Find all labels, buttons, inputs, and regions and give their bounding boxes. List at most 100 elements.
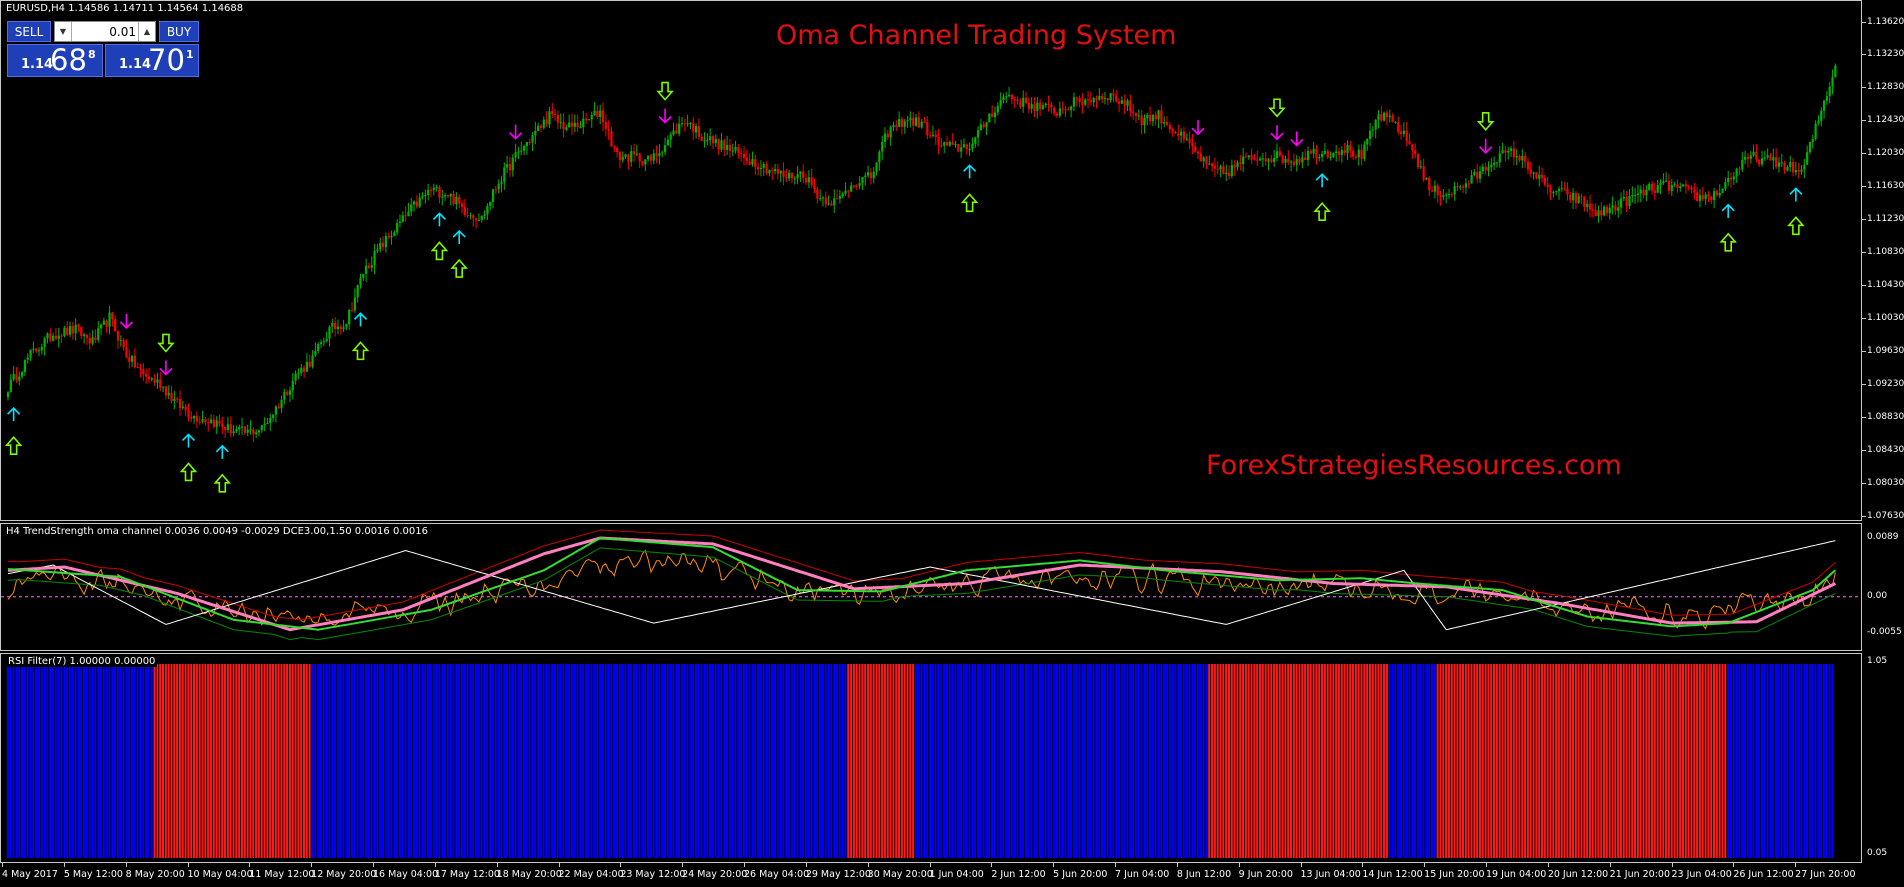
candle xyxy=(652,149,655,165)
rsi-filter-pane[interactable]: RSI Filter(7) 1.00000 0.00000 xyxy=(0,653,1862,863)
time-axis[interactable]: 4 May 2017 5 May 12:00 8 May 20:00 10 May 0… xyxy=(0,863,1904,887)
candle xyxy=(266,417,269,425)
rsi-bar xyxy=(1822,664,1825,858)
candle xyxy=(534,121,537,145)
magenta-down-arrow-icon xyxy=(119,313,134,330)
rsi-bar xyxy=(790,664,793,858)
candle xyxy=(204,417,207,426)
candle xyxy=(283,388,286,405)
sell-price-button[interactable]: 1.14 68 8 xyxy=(7,44,103,77)
candle xyxy=(1772,148,1775,170)
price-scale[interactable]: 1.13620 1.13230 1.12830 1.12430 1.12030 1.116… xyxy=(1862,0,1904,521)
rsi-bar xyxy=(1185,664,1188,858)
rsi-bar xyxy=(1760,664,1763,858)
rsi-bar xyxy=(1377,664,1380,858)
candle xyxy=(1447,188,1451,199)
rsi-bar xyxy=(587,664,590,858)
rsi-bar xyxy=(142,664,145,858)
candle xyxy=(1591,203,1594,218)
rsi-bar xyxy=(1729,664,1732,858)
candle xyxy=(1058,101,1061,118)
candle xyxy=(1411,143,1414,159)
rsi-bar xyxy=(570,664,573,858)
rsi-bar xyxy=(1027,664,1030,858)
price-chart[interactable] xyxy=(1,1,1861,520)
candle xyxy=(912,112,915,132)
candle xyxy=(813,178,816,194)
candle xyxy=(1250,148,1253,165)
candle xyxy=(1047,95,1050,112)
candle xyxy=(1149,106,1152,125)
time-tick-mark xyxy=(1115,863,1116,867)
rsi-bar xyxy=(1219,664,1222,858)
rsi-bar xyxy=(585,664,587,858)
candle xyxy=(263,417,266,431)
rsi-bar xyxy=(1557,664,1560,858)
rsi-bar xyxy=(782,664,785,858)
rsi-bar xyxy=(6,664,9,858)
rsi-bar xyxy=(1154,664,1157,858)
rsi-bar xyxy=(638,664,641,858)
rsi-bar xyxy=(748,664,751,858)
candle xyxy=(94,329,97,343)
green-hollow-up-arrow-icon xyxy=(430,241,449,261)
triangle-up-icon[interactable]: ▲ xyxy=(138,22,155,41)
rsi-bar xyxy=(1287,664,1290,858)
trend-strength-pane[interactable]: H4 TrendStrength oma channel 0.0036 0.00… xyxy=(0,523,1862,651)
time-tick-mark xyxy=(1424,863,1426,867)
green-hollow-down-arrow-icon xyxy=(157,333,175,353)
sell-button[interactable]: SELL xyxy=(7,21,51,42)
candle xyxy=(847,189,850,198)
rsi-bar xyxy=(1075,664,1078,858)
candle xyxy=(703,132,706,148)
rsi-bar xyxy=(1746,664,1749,858)
candle xyxy=(1182,127,1186,144)
green-hollow-up-arrow-icon xyxy=(4,435,23,455)
candle xyxy=(1445,192,1448,204)
rsi-bar xyxy=(1041,664,1044,858)
candle xyxy=(429,186,433,198)
time-tick-label: 12 May 20:00 xyxy=(311,869,377,880)
trend-strength-scale[interactable]: 0.0089 0.00 -0.0055 xyxy=(1862,523,1904,651)
green-hollow-down-arrow-icon xyxy=(1268,98,1286,118)
price-tick-mark xyxy=(1862,219,1866,221)
buy-button[interactable]: BUY xyxy=(159,21,199,42)
candle xyxy=(494,185,497,195)
candle xyxy=(852,184,856,189)
main-chart-pane[interactable]: EURUSD,H4 1.14586 1.14711 1.14564 1.1468… xyxy=(0,0,1862,521)
rsi-bar xyxy=(1445,664,1448,858)
time-tick-mark xyxy=(496,863,498,867)
rsi-bar xyxy=(872,664,875,858)
candle xyxy=(570,113,574,135)
candle xyxy=(1202,156,1205,168)
rsi-bar xyxy=(1298,664,1301,858)
candle xyxy=(1177,124,1180,141)
candle xyxy=(900,117,904,135)
candle xyxy=(339,324,342,335)
triangle-down-icon[interactable]: ▼ xyxy=(55,22,72,41)
rsi-bar xyxy=(864,664,867,858)
rsi-bar xyxy=(105,664,108,858)
rsi-filter-scale[interactable]: 1.05 0.05 xyxy=(1862,653,1904,863)
candle xyxy=(1039,98,1042,116)
rsi-bar xyxy=(1481,664,1484,858)
rsi-bar xyxy=(153,664,156,858)
rsi-bar xyxy=(1070,664,1073,858)
rsi-bar xyxy=(1828,664,1831,858)
candle xyxy=(1157,109,1160,129)
rsi-bar xyxy=(319,664,322,858)
candle xyxy=(85,334,89,345)
candle xyxy=(1394,121,1397,124)
buy-price-button[interactable]: 1.14 70 1 xyxy=(105,44,199,77)
candle xyxy=(480,215,483,223)
rsi-bar xyxy=(610,664,613,858)
candle xyxy=(506,155,509,174)
rsi-bar xyxy=(184,664,187,858)
candle xyxy=(1549,184,1552,201)
candle xyxy=(1024,91,1028,105)
rsi-bar xyxy=(1165,664,1168,858)
candle xyxy=(771,167,774,180)
candle xyxy=(1053,106,1056,116)
lot-size-input[interactable] xyxy=(72,22,138,41)
buy-price-fraction: 1 xyxy=(186,48,194,61)
